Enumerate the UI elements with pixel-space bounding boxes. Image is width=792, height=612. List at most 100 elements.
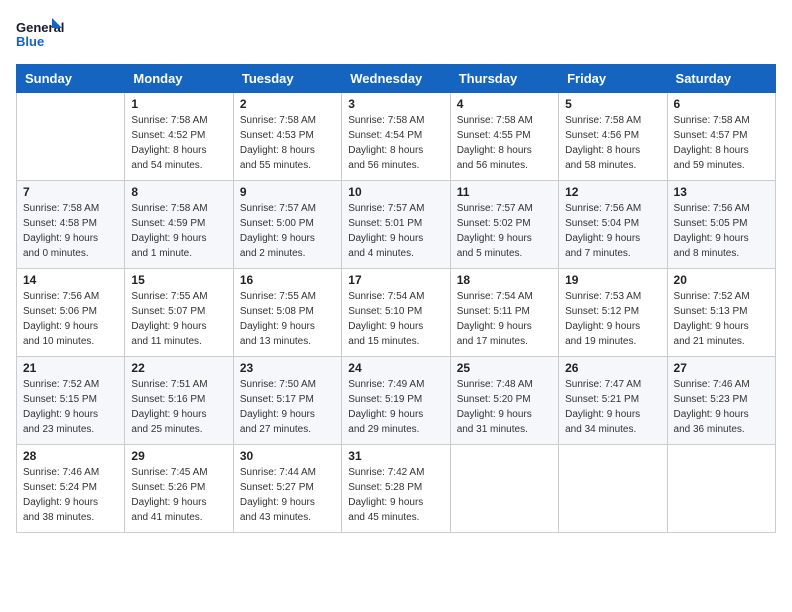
day-number: 7 (23, 185, 118, 199)
day-number: 5 (565, 97, 660, 111)
day-info: Sunrise: 7:58 AM Sunset: 4:54 PM Dayligh… (348, 113, 443, 173)
day-number: 11 (457, 185, 552, 199)
day-info: Sunrise: 7:58 AM Sunset: 4:57 PM Dayligh… (674, 113, 769, 173)
calendar-cell: 20Sunrise: 7:52 AM Sunset: 5:13 PM Dayli… (667, 269, 775, 357)
week-row-2: 7 Sunrise: 7:58 AM Sunset: 4:58 PM Daylig… (17, 181, 776, 269)
calendar-cell (559, 445, 667, 533)
day-info: Sunrise: 7:53 AM Sunset: 5:12 PM Dayligh… (565, 289, 660, 349)
calendar-cell (667, 445, 775, 533)
day-number: 10 (348, 185, 443, 199)
calendar-cell: 17Sunrise: 7:54 AM Sunset: 5:10 PM Dayli… (342, 269, 450, 357)
day-number: 4 (457, 97, 552, 111)
day-number: 26 (565, 361, 660, 375)
day-info: Sunrise: 7:44 AM Sunset: 5:27 PM Dayligh… (240, 465, 335, 525)
calendar-cell: 25 Sunrise: 7:48 AM Sunset: 5:20 PM Dayli… (450, 357, 558, 445)
day-number: 22 (131, 361, 226, 375)
week-row-1: 1 Sunrise: 7:58 AM Sunset: 4:52 PM Daylig… (17, 93, 776, 181)
day-info: Sunrise: 7:56 AM Sunset: 5:05 PM Dayligh… (674, 201, 769, 261)
day-info: Sunrise: 7:56 AM Sunset: 5:06 PM Dayligh… (23, 289, 118, 349)
calendar-cell: 22 Sunrise: 7:51 AM Sunset: 5:16 PM Dayli… (125, 357, 233, 445)
calendar-cell: 21 Sunrise: 7:52 AM Sunset: 5:15 PM Dayli… (17, 357, 125, 445)
day-info: Sunrise: 7:58 AM Sunset: 4:52 PM Dayligh… (131, 113, 226, 173)
day-info: Sunrise: 7:56 AM Sunset: 5:04 PM Dayligh… (565, 201, 660, 261)
day-header-friday: Friday (559, 65, 667, 93)
calendar-cell: 11 Sunrise: 7:57 AM Sunset: 5:02 PM Dayli… (450, 181, 558, 269)
calendar-cell: 7 Sunrise: 7:58 AM Sunset: 4:58 PM Daylig… (17, 181, 125, 269)
day-info: Sunrise: 7:58 AM Sunset: 4:53 PM Dayligh… (240, 113, 335, 173)
day-info: Sunrise: 7:58 AM Sunset: 4:56 PM Dayligh… (565, 113, 660, 173)
logo: GeneralBlue (16, 16, 64, 52)
calendar-cell: 18 Sunrise: 7:54 AM Sunset: 5:11 PM Dayli… (450, 269, 558, 357)
day-number: 20 (674, 273, 769, 287)
day-info: Sunrise: 7:57 AM Sunset: 5:01 PM Dayligh… (348, 201, 443, 261)
day-number: 25 (457, 361, 552, 375)
day-info: Sunrise: 7:58 AM Sunset: 4:55 PM Dayligh… (457, 113, 552, 173)
day-info: Sunrise: 7:55 AM Sunset: 5:07 PM Dayligh… (131, 289, 226, 349)
calendar-cell: 2 Sunrise: 7:58 AM Sunset: 4:53 PM Daylig… (233, 93, 341, 181)
day-info: Sunrise: 7:57 AM Sunset: 5:00 PM Dayligh… (240, 201, 335, 261)
calendar-cell: 13 Sunrise: 7:56 AM Sunset: 5:05 PM Dayli… (667, 181, 775, 269)
day-number: 1 (131, 97, 226, 111)
day-number: 16 (240, 273, 335, 287)
calendar-cell: 10 Sunrise: 7:57 AM Sunset: 5:01 PM Dayli… (342, 181, 450, 269)
day-number: 28 (23, 449, 118, 463)
day-number: 14 (23, 273, 118, 287)
day-number: 12 (565, 185, 660, 199)
day-header-tuesday: Tuesday (233, 65, 341, 93)
week-row-4: 21 Sunrise: 7:52 AM Sunset: 5:15 PM Dayli… (17, 357, 776, 445)
week-row-3: 14 Sunrise: 7:56 AM Sunset: 5:06 PM Dayli… (17, 269, 776, 357)
calendar-cell: 29 Sunrise: 7:45 AM Sunset: 5:26 PM Dayli… (125, 445, 233, 533)
day-number: 31 (348, 449, 443, 463)
day-number: 21 (23, 361, 118, 375)
day-info: Sunrise: 7:50 AM Sunset: 5:17 PM Dayligh… (240, 377, 335, 437)
calendar-cell: 15 Sunrise: 7:55 AM Sunset: 5:07 PM Dayli… (125, 269, 233, 357)
day-number: 2 (240, 97, 335, 111)
calendar-cell: 4 Sunrise: 7:58 AM Sunset: 4:55 PM Daylig… (450, 93, 558, 181)
day-info: Sunrise: 7:54 AM Sunset: 5:11 PM Dayligh… (457, 289, 552, 349)
calendar-cell: 9Sunrise: 7:57 AM Sunset: 5:00 PM Daylig… (233, 181, 341, 269)
day-number: 13 (674, 185, 769, 199)
svg-text:Blue: Blue (16, 34, 44, 49)
day-header-wednesday: Wednesday (342, 65, 450, 93)
calendar-cell: 3Sunrise: 7:58 AM Sunset: 4:54 PM Daylig… (342, 93, 450, 181)
day-number: 8 (131, 185, 226, 199)
day-info: Sunrise: 7:58 AM Sunset: 4:58 PM Dayligh… (23, 201, 118, 261)
day-info: Sunrise: 7:45 AM Sunset: 5:26 PM Dayligh… (131, 465, 226, 525)
calendar-cell: 1 Sunrise: 7:58 AM Sunset: 4:52 PM Daylig… (125, 93, 233, 181)
day-number: 29 (131, 449, 226, 463)
day-info: Sunrise: 7:51 AM Sunset: 5:16 PM Dayligh… (131, 377, 226, 437)
calendar-table: SundayMondayTuesdayWednesdayThursdayFrid… (16, 64, 776, 533)
day-number: 23 (240, 361, 335, 375)
page-header: GeneralBlue (16, 16, 776, 52)
day-info: Sunrise: 7:55 AM Sunset: 5:08 PM Dayligh… (240, 289, 335, 349)
calendar-cell: 24 Sunrise: 7:49 AM Sunset: 5:19 PM Dayli… (342, 357, 450, 445)
calendar-cell: 23 Sunrise: 7:50 AM Sunset: 5:17 PM Dayli… (233, 357, 341, 445)
day-info: Sunrise: 7:48 AM Sunset: 5:20 PM Dayligh… (457, 377, 552, 437)
calendar-cell: 8Sunrise: 7:58 AM Sunset: 4:59 PM Daylig… (125, 181, 233, 269)
week-row-5: 28Sunrise: 7:46 AM Sunset: 5:24 PM Dayli… (17, 445, 776, 533)
day-header-monday: Monday (125, 65, 233, 93)
day-info: Sunrise: 7:54 AM Sunset: 5:10 PM Dayligh… (348, 289, 443, 349)
day-number: 15 (131, 273, 226, 287)
calendar-cell: 6 Sunrise: 7:58 AM Sunset: 4:57 PM Daylig… (667, 93, 775, 181)
calendar-cell: 27Sunrise: 7:46 AM Sunset: 5:23 PM Dayli… (667, 357, 775, 445)
day-number: 6 (674, 97, 769, 111)
day-number: 18 (457, 273, 552, 287)
day-info: Sunrise: 7:47 AM Sunset: 5:21 PM Dayligh… (565, 377, 660, 437)
day-info: Sunrise: 7:49 AM Sunset: 5:19 PM Dayligh… (348, 377, 443, 437)
day-info: Sunrise: 7:52 AM Sunset: 5:15 PM Dayligh… (23, 377, 118, 437)
calendar-cell: 28Sunrise: 7:46 AM Sunset: 5:24 PM Dayli… (17, 445, 125, 533)
day-number: 24 (348, 361, 443, 375)
calendar-cell: 14 Sunrise: 7:56 AM Sunset: 5:06 PM Dayli… (17, 269, 125, 357)
calendar-cell: 19 Sunrise: 7:53 AM Sunset: 5:12 PM Dayli… (559, 269, 667, 357)
calendar-cell: 26 Sunrise: 7:47 AM Sunset: 5:21 PM Dayli… (559, 357, 667, 445)
day-info: Sunrise: 7:46 AM Sunset: 5:23 PM Dayligh… (674, 377, 769, 437)
calendar-cell: 12 Sunrise: 7:56 AM Sunset: 5:04 PM Dayli… (559, 181, 667, 269)
day-number: 30 (240, 449, 335, 463)
day-info: Sunrise: 7:57 AM Sunset: 5:02 PM Dayligh… (457, 201, 552, 261)
day-number: 19 (565, 273, 660, 287)
logo-svg: GeneralBlue (16, 16, 64, 52)
day-info: Sunrise: 7:42 AM Sunset: 5:28 PM Dayligh… (348, 465, 443, 525)
calendar-cell: 16 Sunrise: 7:55 AM Sunset: 5:08 PM Dayli… (233, 269, 341, 357)
calendar-cell (450, 445, 558, 533)
